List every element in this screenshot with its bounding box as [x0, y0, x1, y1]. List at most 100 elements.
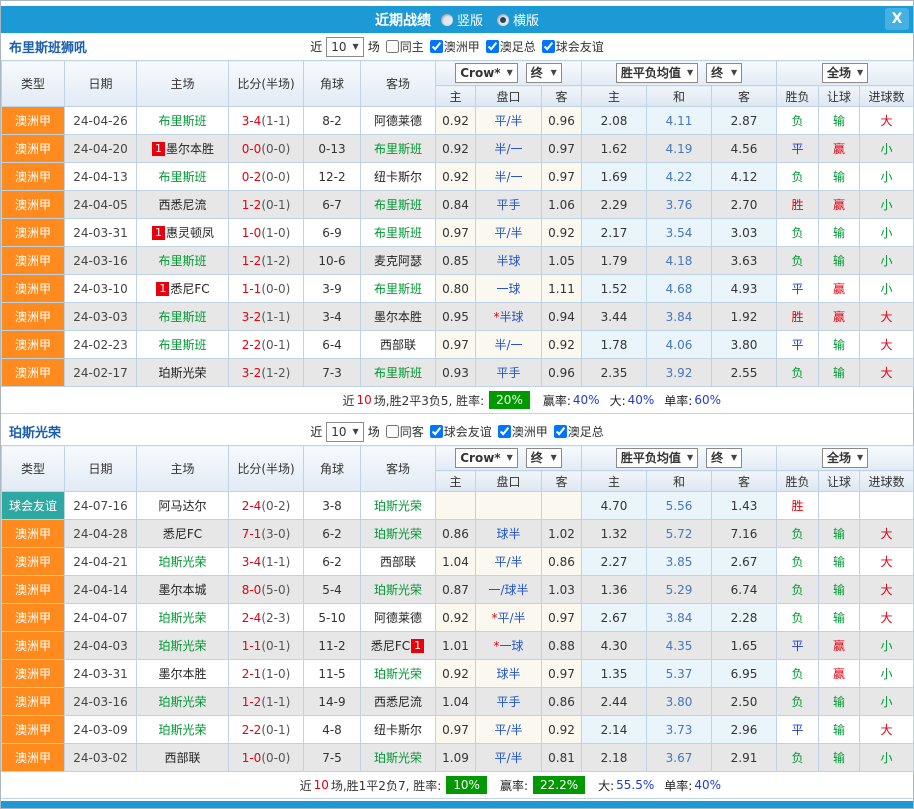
cell-score: 3-4(1-1): [229, 548, 304, 576]
cell-corners: 6-9: [304, 219, 361, 247]
odds-company-select[interactable]: 全场▼: [822, 448, 868, 468]
summary-item-label: 单率:: [664, 392, 692, 409]
handicap-name: 平/半: [494, 114, 522, 128]
odds-company-select[interactable]: 全场▼: [822, 63, 868, 83]
cell-1x2-odds: 4.22: [647, 163, 712, 191]
column-header: 比分(半场): [229, 446, 304, 492]
filter-checkbox[interactable]: [386, 40, 399, 53]
cell-score: 2-2(0-1): [229, 716, 304, 744]
filter-checkbox[interactable]: [554, 425, 567, 438]
filter-checkbox-item[interactable]: 澳洲甲: [430, 38, 480, 55]
filter-checkbox[interactable]: [430, 425, 443, 438]
table-row: 澳洲甲24-03-101悉尼FC1-1(0-0)3-9布里斯班0.80一球1.1…: [2, 275, 914, 303]
odds-company-select[interactable]: Crow*▼: [455, 63, 518, 83]
filter-checkbox-item[interactable]: 澳足总: [554, 423, 604, 440]
handicap-name: 平/半: [497, 611, 525, 625]
odds-company-select[interactable]: 终▼: [526, 448, 562, 468]
cell-score: 0-2(0-0): [229, 163, 304, 191]
odds-company-select[interactable]: Crow*▼: [455, 448, 518, 468]
home-team-name: 珀斯光荣: [158, 555, 206, 569]
radio-label: 横版: [513, 10, 539, 29]
filter-checkbox-item[interactable]: 同主: [386, 38, 424, 55]
cell-home-team: 1惠灵顿凤: [137, 219, 229, 247]
cell-1x2-odds: 1.62: [582, 135, 647, 163]
cell-handicap-home-odds: 0.92: [436, 660, 476, 688]
odds-group-header: Crow*▼ 终▼: [436, 61, 582, 86]
cell-handicap-home-odds: 1.04: [436, 688, 476, 716]
odds-company-select[interactable]: 胜平负均值▼: [616, 63, 698, 83]
summary-item-label: 单率:: [664, 777, 692, 794]
cell-result: 平: [777, 331, 819, 359]
filter-checkbox[interactable]: [430, 40, 443, 53]
filter-checkbox-item[interactable]: 澳洲甲: [498, 423, 548, 440]
cell-handicap-line: 平/半: [476, 219, 542, 247]
odds-company-select[interactable]: 终▼: [526, 63, 562, 83]
home-team-name: 惠灵顿凤: [166, 226, 214, 240]
cell-away-team: 珀斯光荣: [361, 576, 436, 604]
table-row: 澳洲甲24-03-02西部联1-0(0-0)7-5珀斯光荣1.09平/半0.81…: [2, 744, 914, 772]
cell-goals-result: 小: [860, 660, 914, 688]
away-team-name: 布里斯班: [374, 142, 422, 156]
cell-handicap-home-odds: 0.93: [436, 359, 476, 387]
away-team-name: 布里斯班: [374, 282, 422, 296]
cell-result: 负: [777, 744, 819, 772]
away-team-name: 珀斯光荣: [374, 527, 422, 541]
table-row: 澳洲甲24-04-13布里斯班0-2(0-0)12-2纽卡斯尔0.92半/一0.…: [2, 163, 914, 191]
cell-1x2-odds: 3.84: [647, 604, 712, 632]
filter-checkbox[interactable]: [542, 40, 555, 53]
cell-date: 24-03-16: [65, 688, 137, 716]
cell-1x2-odds: 2.70: [712, 191, 777, 219]
close-button[interactable]: X: [885, 8, 909, 30]
filter-checkbox[interactable]: [486, 40, 499, 53]
odds-company-select[interactable]: 胜平负均值▼: [616, 448, 698, 468]
cell-score: 0-0(0-0): [229, 135, 304, 163]
cell-result: 平: [777, 716, 819, 744]
handicap-name: 半球: [499, 310, 523, 324]
match-count-select[interactable]: 10▼: [326, 422, 363, 442]
odds-company-select-value: 终: [531, 64, 543, 82]
cell-result: 负: [777, 247, 819, 275]
cell-date: 24-04-05: [65, 191, 137, 219]
home-team-name: 布里斯班: [158, 114, 206, 128]
summary-item-value: 40%: [573, 393, 600, 407]
cell-handicap-result: 输: [819, 688, 860, 716]
filter-checkbox-item[interactable]: 球会友谊: [430, 423, 492, 440]
table-row: 澳洲甲24-03-16珀斯光荣1-2(1-1)14-9西悉尼流1.04平手0.8…: [2, 688, 914, 716]
handicap-name: 平手: [496, 695, 520, 709]
radio-vertical-layout[interactable]: 竖版: [441, 10, 483, 29]
filter-checkbox[interactable]: [498, 425, 511, 438]
radio-horizontal-layout[interactable]: 横版: [497, 10, 539, 29]
odds-company-select-value: 终: [531, 449, 543, 467]
odds-company-select-value: 胜平负均值: [621, 64, 681, 82]
match-count-select[interactable]: 10▼: [326, 37, 363, 57]
odds-company-select[interactable]: 终▼: [706, 448, 742, 468]
cell-score: 8-0(5-0): [229, 576, 304, 604]
odds-company-select[interactable]: 终▼: [706, 63, 742, 83]
cell-1x2-odds: 2.14: [582, 716, 647, 744]
odds-group-header: 胜平负均值▼ 终▼: [582, 61, 777, 86]
summary-item-value: 22.2%: [533, 776, 585, 794]
cell-result: 胜: [777, 492, 819, 520]
half-score: (0-0): [261, 751, 290, 765]
chevron-down-icon: ▼: [857, 64, 863, 82]
rank-badge: 1: [152, 226, 165, 240]
sub-column-header: 客: [712, 86, 777, 107]
handicap-name: 一/球半: [488, 583, 528, 597]
filter-checkbox-item[interactable]: 同客: [386, 423, 424, 440]
odds-group-header: Crow*▼ 终▼: [436, 446, 582, 471]
filter-checkbox[interactable]: [386, 425, 399, 438]
cell-result: 平: [777, 275, 819, 303]
near-label: 近: [310, 38, 322, 55]
cell-handicap-line: 平/半: [476, 107, 542, 135]
chevron-down-icon: ▼: [353, 38, 359, 56]
cell-1x2-odds: 4.12: [712, 163, 777, 191]
cell-corners: 3-9: [304, 275, 361, 303]
filter-checkbox-item[interactable]: 澳足总: [486, 38, 536, 55]
filter-checkbox-item[interactable]: 球会友谊: [542, 38, 604, 55]
bottom-accent-bar: [1, 801, 913, 808]
cell-result: 负: [777, 688, 819, 716]
away-team-name: 布里斯班: [374, 226, 422, 240]
summary-item-value: 40%: [694, 778, 721, 792]
cell-result: 负: [777, 163, 819, 191]
cell-match-type: 球会友谊: [2, 492, 65, 520]
